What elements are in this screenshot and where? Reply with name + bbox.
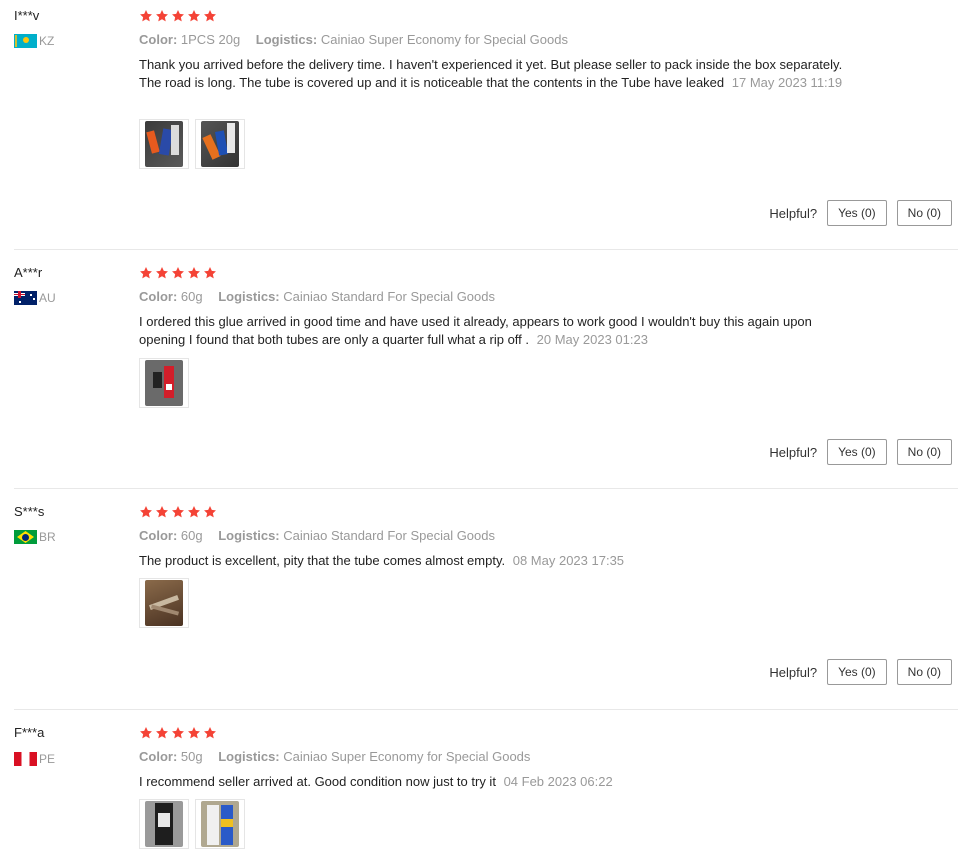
star-icon [171,505,185,519]
review-item: A***r AU Color: 60g Logistics: Cainiao S… [0,250,962,489]
rating-stars [139,726,217,740]
review-date: 04 Feb 2023 06:22 [503,774,613,789]
logistics-label: Logistics: [218,289,280,304]
star-icon [203,266,217,280]
logistics-value: Cainiao Super Economy for Special Goods [283,749,531,764]
star-icon [139,266,153,280]
flag-pe-icon [14,752,37,766]
review-meta: Color: 50g Logistics: Cainiao Super Econ… [139,749,530,764]
helpful-section: Helpful? Yes (0) No (0) [769,439,952,465]
review-meta: Color: 1PCS 20g Logistics: Cainiao Super… [139,32,568,47]
country-code: AU [39,291,56,305]
review-meta: Color: 60g Logistics: Cainiao Standard F… [139,289,495,304]
star-icon [187,505,201,519]
review-item: S***s BR Color: 60g Logistics: Cainiao S… [0,489,962,710]
country-code: PE [39,752,56,766]
star-icon [139,505,153,519]
logistics-label: Logistics: [218,528,280,543]
star-icon [139,726,153,740]
star-icon [171,266,185,280]
flag-au-icon [14,291,37,305]
review-photo[interactable] [139,358,189,408]
star-icon [187,266,201,280]
color-label: Color: [139,32,178,47]
review-date: 08 May 2023 17:35 [512,553,625,568]
star-icon [203,726,217,740]
country-code: BR [39,530,56,544]
logistics-label: Logistics: [255,32,318,47]
rating-stars [139,505,217,519]
star-icon [171,9,185,23]
star-icon [139,9,153,23]
review-text: The product is excellent, pity that the … [139,553,506,568]
reviewer-country: PE [14,752,55,766]
rating-stars [139,266,217,280]
review-photo[interactable] [139,578,189,628]
review-date: 17 May 2023 11:19 [731,75,843,90]
review-photo[interactable] [139,119,189,169]
reviewer-name: I***v [14,8,40,23]
helpful-yes-button[interactable]: Yes (0) [827,439,887,465]
helpful-no-button[interactable]: No (0) [896,659,952,685]
reviewer-country: KZ [14,34,54,48]
reviewer-name: S***s [14,504,45,519]
flag-br-icon [14,530,37,544]
helpful-label: Helpful? [769,444,818,460]
review-body: Thank you arrived before the delivery ti… [139,56,859,92]
logistics-value: Cainiao Standard For Special Goods [283,528,495,543]
reviewer-country: BR [14,530,56,544]
star-icon [171,726,185,740]
review-photos [139,799,245,849]
country-code: KZ [39,34,55,48]
color-value: 60g [180,528,203,543]
color-label: Color: [139,528,178,543]
helpful-label: Helpful? [769,664,818,680]
review-body: I ordered this glue arrived in good time… [139,313,859,349]
color-label: Color: [139,289,178,304]
star-icon [187,726,201,740]
review-date: 20 May 2023 01:23 [536,332,648,347]
helpful-no-button[interactable]: No (0) [896,200,952,226]
review-item: I***v KZ Color: 1PCS 20g Logistics: Cain… [0,0,962,250]
review-photo[interactable] [195,119,245,169]
review-body: I recommend seller arrived at. Good cond… [139,773,859,791]
helpful-yes-button[interactable]: Yes (0) [827,200,887,226]
color-value: 60g [180,289,203,304]
review-photos [139,358,189,408]
color-value: 50g [180,749,203,764]
helpful-yes-button[interactable]: Yes (0) [827,659,887,685]
review-text: I ordered this glue arrived in good time… [139,314,812,347]
star-icon [155,9,169,23]
review-meta: Color: 60g Logistics: Cainiao Standard F… [139,528,495,543]
logistics-label: Logistics: [218,749,280,764]
review-body: The product is excellent, pity that the … [139,552,859,570]
reviewer-name: A***r [14,265,43,280]
star-icon [155,505,169,519]
color-value: 1PCS 20g [180,32,241,47]
helpful-section: Helpful? Yes (0) No (0) [769,200,952,226]
logistics-value: Cainiao Super Economy for Special Goods [320,32,568,47]
review-photo[interactable] [139,799,189,849]
review-text: I recommend seller arrived at. Good cond… [139,774,496,789]
helpful-no-button[interactable]: No (0) [896,439,952,465]
helpful-label: Helpful? [769,205,818,221]
reviewer-country: AU [14,291,56,305]
review-item: F***a PE Color: 50g Logistics: Cainiao S… [0,710,962,854]
star-icon [203,505,217,519]
review-photo[interactable] [195,799,245,849]
star-icon [187,9,201,23]
review-photos [139,119,245,169]
flag-kz-icon [14,34,37,48]
logistics-value: Cainiao Standard For Special Goods [283,289,495,304]
star-icon [155,266,169,280]
color-label: Color: [139,749,178,764]
reviewer-name: F***a [14,725,45,740]
star-icon [203,9,217,23]
rating-stars [139,9,217,23]
star-icon [155,726,169,740]
helpful-section: Helpful? Yes (0) No (0) [769,659,952,685]
review-photos [139,578,189,628]
